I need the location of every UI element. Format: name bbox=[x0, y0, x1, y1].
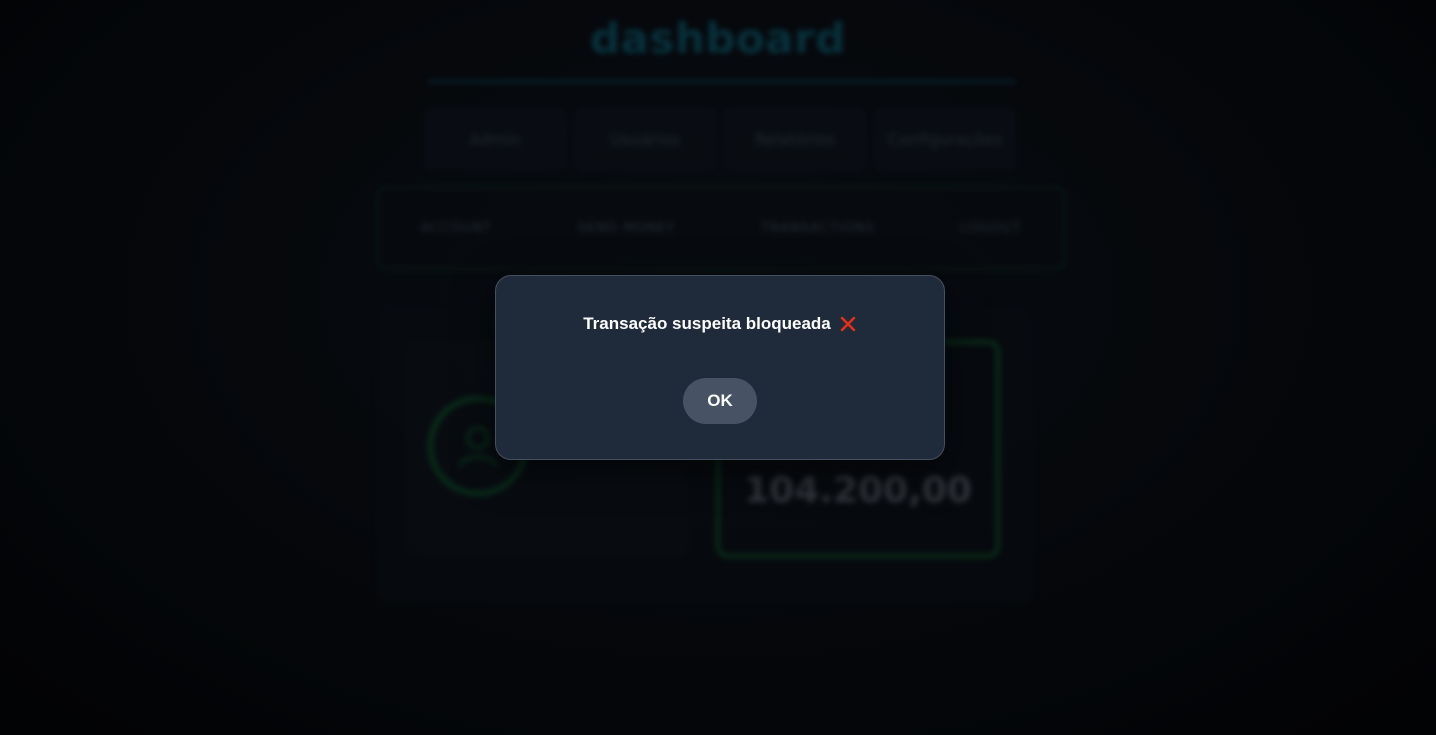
alert-message-row: Transação suspeita bloqueada bbox=[496, 314, 944, 334]
alert-message: Transação suspeita bloqueada bbox=[583, 314, 831, 333]
alert-dialog: Transação suspeita bloqueada OK bbox=[495, 275, 945, 460]
ok-button[interactable]: OK bbox=[683, 378, 757, 424]
x-icon bbox=[839, 315, 857, 333]
app-window: dashboard Admin Usuários Relatórios Conf… bbox=[0, 0, 1436, 735]
